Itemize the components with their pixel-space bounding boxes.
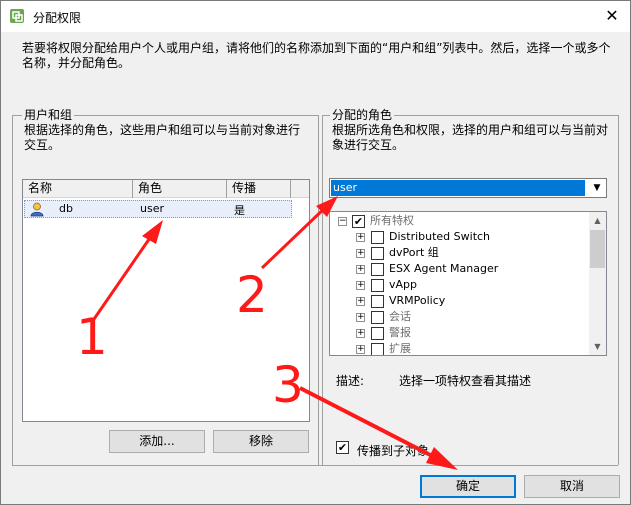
assigned-role-description: 根据所选角色和权限，选择的用户和组可以与当前对象进行交互。	[332, 123, 609, 152]
annotation-number-3: 3	[272, 356, 304, 414]
column-header-role[interactable]: 角色	[133, 180, 227, 198]
scroll-down-icon[interactable]: ▼	[589, 338, 606, 355]
tree-item[interactable]: + dvPort 组	[330, 246, 590, 262]
cell-name: db	[59, 202, 73, 215]
privilege-checkbox[interactable]	[371, 247, 384, 260]
expand-icon[interactable]: +	[356, 297, 365, 306]
users-groups-title: 用户和组	[22, 108, 75, 122]
cell-propagate: 是	[234, 204, 245, 217]
role-dropdown[interactable]: user ▼	[329, 178, 607, 198]
expand-icon[interactable]: +	[356, 313, 365, 322]
expand-icon[interactable]: +	[356, 281, 365, 290]
list-header: 名称 角色 传播	[23, 180, 309, 198]
role-dropdown-value: user	[331, 180, 585, 196]
expand-icon[interactable]: +	[356, 265, 365, 274]
instructions-text: 若要将权限分配给用户个人或用户组，请将他们的名称添加到下面的“用户和组”列表中。…	[22, 41, 611, 70]
tree-item-label: 警报	[389, 326, 411, 339]
tree-item[interactable]: + Distributed Switch	[330, 230, 590, 246]
tree-item-label: 会话	[389, 310, 411, 323]
column-header-name[interactable]: 名称	[23, 180, 133, 198]
dialog-divider	[12, 465, 618, 466]
group-box-border-right	[318, 115, 319, 465]
chevron-down-icon[interactable]: ▼	[589, 180, 605, 196]
group-box-border-left	[12, 115, 13, 465]
description-label: 描述:	[336, 374, 365, 388]
privilege-checkbox[interactable]	[371, 295, 384, 308]
tree-item-label: 扩展	[389, 342, 411, 355]
close-button[interactable]: ✕	[597, 3, 627, 29]
group-box-border-right	[618, 115, 619, 465]
add-button[interactable]: 添加...	[109, 430, 205, 453]
description-text: 选择一项特权查看其描述	[399, 374, 532, 388]
tree-item-label: vApp	[389, 278, 417, 291]
tree-item-label: dvPort 组	[389, 246, 439, 259]
privilege-checkbox[interactable]	[371, 231, 384, 244]
scroll-up-icon[interactable]: ▲	[589, 212, 606, 229]
tree-root-label: 所有特权	[370, 214, 414, 227]
column-header-propagate[interactable]: 传播	[227, 180, 291, 198]
assigned-role-title: 分配的角色	[330, 108, 395, 122]
privilege-checkbox-root[interactable]: ✔	[352, 215, 365, 228]
propagate-checkbox[interactable]: ✔	[336, 441, 349, 454]
tree-item[interactable]: + 警报	[330, 326, 590, 342]
tree-item[interactable]: + 扩展	[330, 342, 590, 355]
expand-icon[interactable]: +	[356, 233, 365, 242]
tree-item-label: VRMPolicy	[389, 294, 446, 307]
window-title: 分配权限	[33, 11, 82, 25]
tree-item-label: Distributed Switch	[389, 230, 491, 243]
tree-root-row[interactable]: − ✔ 所有特权	[330, 214, 590, 230]
privilege-checkbox[interactable]	[371, 343, 384, 355]
expand-icon[interactable]: +	[356, 329, 365, 338]
group-box-border-left	[322, 115, 323, 465]
user-icon	[30, 202, 44, 217]
privilege-checkbox[interactable]	[371, 311, 384, 324]
table-row[interactable]: db user 是	[24, 200, 292, 218]
tree-scrollbar[interactable]: ▲ ▼	[589, 212, 606, 355]
close-icon: ✕	[605, 6, 619, 25]
vsphere-app-icon	[10, 9, 24, 23]
scroll-thumb[interactable]	[590, 230, 605, 268]
tree-item[interactable]: + ESX Agent Manager	[330, 262, 590, 278]
tree-item-label: ESX Agent Manager	[389, 262, 499, 275]
title-bar: 分配权限 ✕	[1, 1, 630, 32]
cancel-button[interactable]: 取消	[524, 475, 620, 498]
expand-icon[interactable]: +	[356, 345, 365, 354]
tree-item[interactable]: + vApp	[330, 278, 590, 294]
privilege-checkbox[interactable]	[371, 263, 384, 276]
annotation-number-2: 2	[236, 266, 268, 324]
annotation-number-1: 1	[76, 308, 108, 366]
ok-button[interactable]: 确定	[420, 475, 516, 498]
privilege-checkbox[interactable]	[371, 327, 384, 340]
privilege-checkbox[interactable]	[371, 279, 384, 292]
expand-icon[interactable]: +	[356, 249, 365, 258]
remove-button[interactable]: 移除	[213, 430, 309, 453]
tree-item[interactable]: + VRMPolicy	[330, 294, 590, 310]
privilege-tree[interactable]: − ✔ 所有特权 + Distributed Switch + dvPort 组…	[329, 211, 607, 356]
tree-item[interactable]: + 会话	[330, 310, 590, 326]
propagate-label[interactable]: 传播到子对象	[357, 442, 429, 459]
assign-permissions-dialog: 分配权限 ✕ 若要将权限分配给用户个人或用户组，请将他们的名称添加到下面的“用户…	[0, 0, 631, 505]
users-groups-description: 根据选择的角色，这些用户和组可以与当前对象进行交互。	[24, 123, 301, 152]
cell-role: user	[140, 202, 164, 215]
collapse-icon[interactable]: −	[338, 217, 347, 226]
